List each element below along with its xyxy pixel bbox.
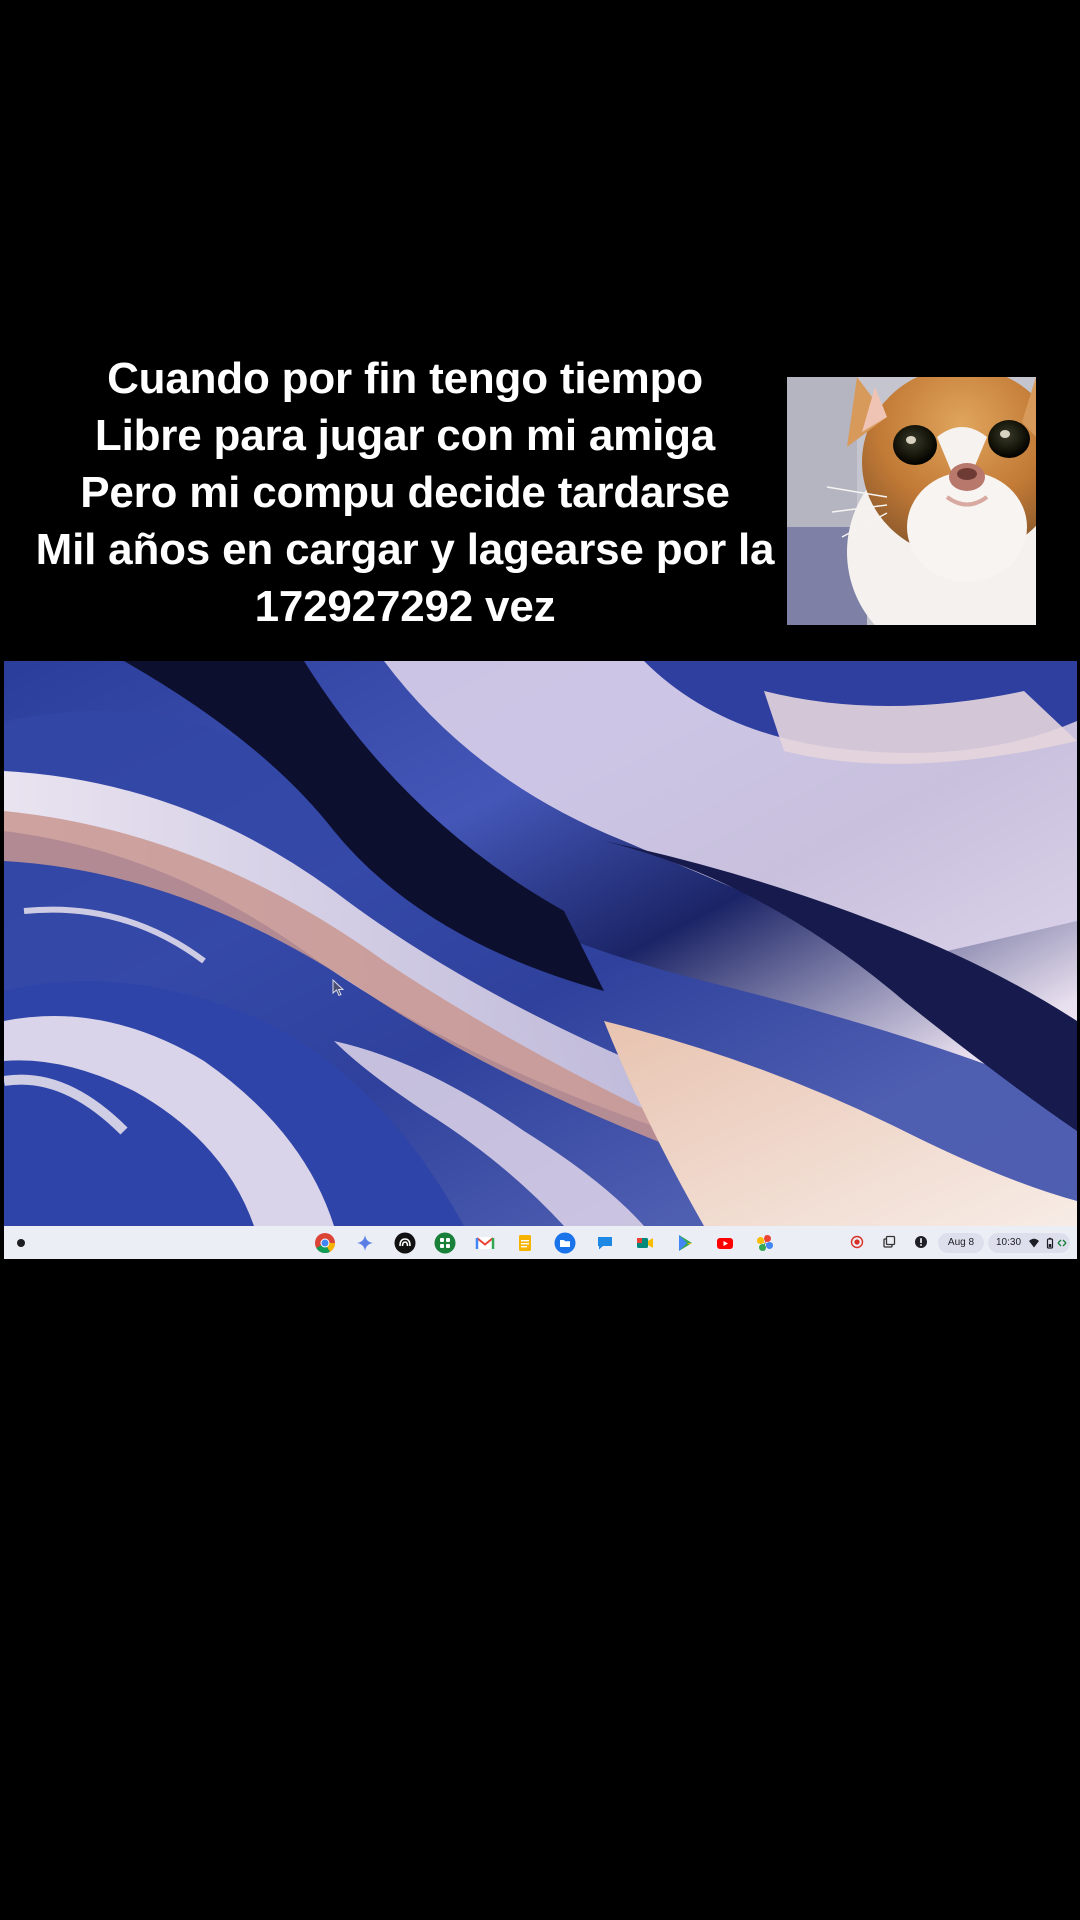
clipboard-button[interactable] (881, 1234, 897, 1250)
charging-icon (1057, 1239, 1067, 1247)
screen-record-button[interactable] (849, 1234, 865, 1250)
app-grid-app[interactable] (433, 1231, 457, 1255)
photos-icon (757, 1235, 773, 1251)
caption-line-5: 172927292 vez (254, 582, 556, 631)
mouse-cursor-icon (332, 979, 345, 997)
launcher-button[interactable] (13, 1235, 29, 1251)
screen-record-icon (850, 1235, 864, 1249)
battery-icon (1046, 1237, 1054, 1249)
docs-icon (519, 1235, 531, 1251)
gmail-icon (475, 1237, 495, 1249)
clock-time: 10:30 (996, 1237, 1022, 1248)
chromebook-screen: Aug 8 10:30 (4, 661, 1077, 1259)
files-app[interactable] (553, 1231, 577, 1255)
chrome-icon (315, 1233, 336, 1254)
gemini-icon (357, 1235, 373, 1251)
chrome-app[interactable] (313, 1231, 337, 1255)
caption-line-2: Libre para jugar con mi amiga (94, 411, 716, 460)
caption-line-4: Mil años en cargar y lagearse por la (35, 525, 775, 574)
chat-app[interactable] (593, 1231, 617, 1255)
files-icon (554, 1232, 576, 1254)
chromeos-shelf: Aug 8 10:30 (4, 1226, 1077, 1259)
youtube-icon (717, 1238, 733, 1249)
meme-caption: Cuando por fin tengo tiempo Libre para j… (20, 350, 790, 635)
desktop-wallpaper (4, 661, 1077, 1226)
play-store-icon (679, 1235, 692, 1251)
play-store-app[interactable] (673, 1231, 697, 1255)
caption-line-3: Pero mi compu decide tardarse (80, 468, 730, 517)
date-indicator[interactable]: Aug 8 (938, 1233, 984, 1253)
caption-line-1: Cuando por fin tengo tiempo (107, 354, 703, 403)
meet-icon (637, 1238, 653, 1248)
docs-app[interactable] (513, 1231, 537, 1255)
launcher-icon (17, 1239, 25, 1247)
youtube-app[interactable] (713, 1231, 737, 1255)
photos-app[interactable] (753, 1231, 777, 1255)
notification-icon (915, 1236, 927, 1248)
date-text: Aug 8 (947, 1237, 975, 1248)
app-grid-icon (434, 1232, 456, 1254)
chat-icon (598, 1237, 612, 1250)
status-area[interactable]: 10:30 (988, 1233, 1070, 1253)
clipboard-icon (883, 1235, 896, 1248)
wifi-icon (1029, 1238, 1039, 1248)
cat-reaction-image (787, 377, 1036, 625)
cat-face-illustration (787, 377, 1036, 625)
meet-app[interactable] (633, 1231, 657, 1255)
gemini-app[interactable] (353, 1231, 377, 1255)
notification-button[interactable] (913, 1234, 929, 1250)
stadia-app[interactable] (393, 1231, 417, 1255)
video-frame: Cuando por fin tengo tiempo Libre para j… (0, 0, 1080, 1920)
gmail-app[interactable] (473, 1231, 497, 1255)
stadia-icon (394, 1232, 416, 1254)
